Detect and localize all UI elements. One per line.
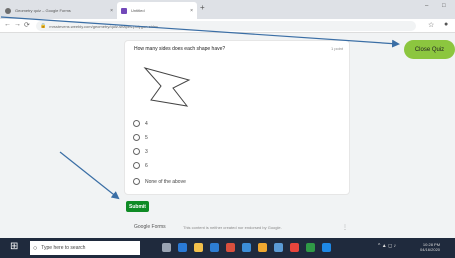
question-points: 1 point: [330, 46, 343, 51]
taskbar-clock[interactable]: 10:28 PM 04/16/2020: [420, 242, 440, 252]
option-label: None of the above: [145, 178, 186, 185]
store-icon[interactable]: [210, 243, 219, 252]
word-icon[interactable]: [242, 243, 251, 252]
option-label: 3: [145, 148, 148, 155]
url-field[interactable]: 🔒 mrsstevens.weebly.com/geometry/quiz-sh…: [36, 21, 416, 31]
tab-close-icon[interactable]: ×: [110, 8, 113, 14]
new-tab-icon[interactable]: +: [200, 3, 205, 12]
browser-tab-forms[interactable]: Geometry quiz – Google Forms ×: [1, 2, 117, 19]
tab-label: Untitled: [131, 8, 145, 13]
radio-button[interactable]: [133, 120, 140, 127]
taskbar-search-box[interactable]: ○ Type here to search: [30, 241, 140, 255]
back-icon[interactable]: ←: [4, 21, 11, 28]
submit-button[interactable]: Submit: [126, 201, 149, 212]
windows-start-icon[interactable]: ⊞: [10, 241, 24, 255]
browser-tab-active[interactable]: Untitled ×: [117, 2, 197, 19]
forms-favicon-icon: [5, 7, 11, 14]
footer-disclaimer: This content is neither created nor endo…: [183, 225, 282, 230]
option-label: 4: [145, 120, 148, 127]
forward-icon[interactable]: →: [14, 21, 21, 28]
more-options-icon[interactable]: ⋮: [342, 224, 348, 231]
profile-icon[interactable]: ●: [444, 21, 448, 28]
radio-button[interactable]: [133, 148, 140, 155]
outlook-icon[interactable]: [274, 243, 283, 252]
option-label: 6: [145, 162, 148, 169]
answer-option[interactable]: 3: [133, 148, 148, 155]
answer-option[interactable]: None of the above: [133, 178, 186, 185]
powerpoint-icon[interactable]: [258, 243, 267, 252]
reload-icon[interactable]: ⟳: [24, 21, 30, 29]
taskbar: ⊞ ○ Type here to search ^ ▲ ◻ ♪ 10:28 PM…: [0, 238, 455, 258]
url-text: mrsstevens.weebly.com/geometry/quiz-shap…: [49, 23, 159, 29]
task-view-icon[interactable]: [162, 243, 171, 252]
radio-button[interactable]: [133, 162, 140, 169]
bookmark-star-icon[interactable]: ☆: [428, 21, 434, 29]
answer-option[interactable]: 4: [133, 120, 148, 127]
radio-button[interactable]: [133, 134, 140, 141]
minimize-icon[interactable]: –: [425, 3, 428, 9]
teams-icon[interactable]: [322, 243, 331, 252]
address-bar: ← → ⟳ 🔒 mrsstevens.weebly.com/geometry/q…: [0, 19, 455, 33]
search-icon: ○: [33, 244, 38, 252]
system-tray[interactable]: ^ ▲ ◻ ♪: [378, 243, 396, 249]
polygon-shape-image: [143, 67, 191, 107]
page-favicon-icon: [121, 7, 127, 14]
close-quiz-button[interactable]: Close Quiz: [404, 40, 455, 59]
option-label: 5: [145, 134, 148, 141]
search-placeholder: Type here to search: [41, 245, 86, 251]
browser-tab-bar: Geometry quiz – Google Forms × Untitled …: [0, 0, 455, 19]
lock-icon: 🔒: [40, 23, 47, 29]
answer-option[interactable]: 6: [133, 162, 148, 169]
edge-icon[interactable]: [178, 243, 187, 252]
google-forms-logo: Google Forms: [134, 224, 166, 230]
answer-option[interactable]: 5: [133, 134, 148, 141]
question-text: How many sides does each shape have?: [134, 46, 226, 52]
file-explorer-icon[interactable]: [194, 243, 203, 252]
tab-label: Geometry quiz – Google Forms: [15, 8, 71, 13]
mail-icon[interactable]: [226, 243, 235, 252]
maximize-icon[interactable]: □: [442, 3, 446, 9]
chrome-icon[interactable]: [290, 243, 299, 252]
clock-date: 04/16/2020: [420, 247, 441, 252]
tab-close-icon[interactable]: ×: [190, 8, 193, 14]
excel-icon[interactable]: [306, 243, 315, 252]
question-card: How many sides does each shape have? 1 p…: [124, 40, 350, 195]
radio-button[interactable]: [133, 178, 140, 185]
